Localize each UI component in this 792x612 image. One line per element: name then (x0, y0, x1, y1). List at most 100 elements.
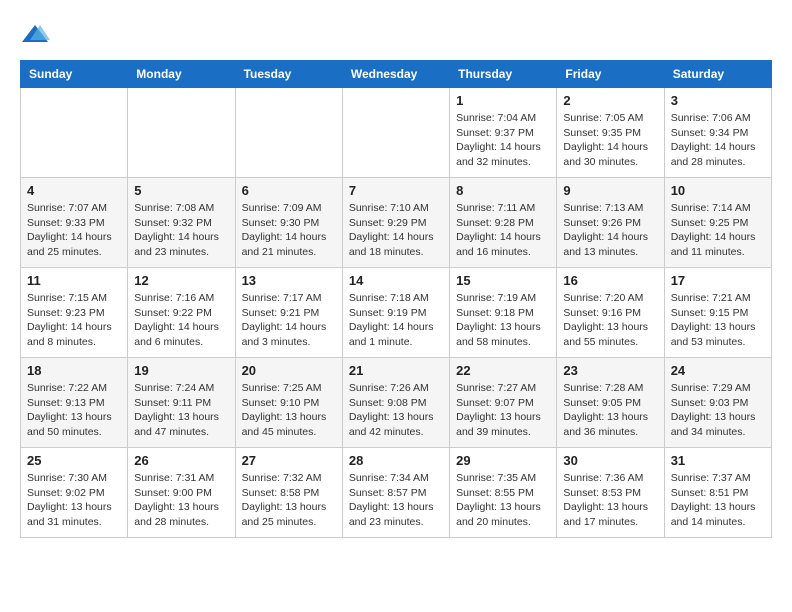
day-info: Sunrise: 7:30 AM Sunset: 9:02 PM Dayligh… (27, 471, 121, 530)
page-header (20, 20, 772, 50)
day-of-week-header: Tuesday (235, 61, 342, 88)
calendar-cell: 6Sunrise: 7:09 AM Sunset: 9:30 PM Daylig… (235, 178, 342, 268)
day-info: Sunrise: 7:17 AM Sunset: 9:21 PM Dayligh… (242, 291, 336, 350)
day-number: 30 (563, 453, 657, 468)
calendar-header: SundayMondayTuesdayWednesdayThursdayFrid… (21, 61, 772, 88)
calendar-cell: 7 Sunrise: 7:10 AM Sunset: 9:29 PM Daylig… (342, 178, 449, 268)
calendar-week-row: 4 Sunrise: 7:07 AM Sunset: 9:33 PM Daylig… (21, 178, 772, 268)
calendar-cell: 23 Sunrise: 7:28 AM Sunset: 9:05 PM Dayli… (557, 358, 664, 448)
calendar-cell: 26 Sunrise: 7:31 AM Sunset: 9:00 PM Dayli… (128, 448, 235, 538)
day-number: 15 (456, 273, 550, 288)
day-info: Sunrise: 7:35 AM Sunset: 8:55 PM Dayligh… (456, 471, 550, 530)
day-number: 8 (456, 183, 550, 198)
day-info: Sunrise: 7:15 AM Sunset: 9:23 PM Dayligh… (27, 291, 121, 350)
calendar-cell: 28Sunrise: 7:34 AM Sunset: 8:57 PM Dayli… (342, 448, 449, 538)
calendar-cell: 17 Sunrise: 7:21 AM Sunset: 9:15 PM Dayli… (664, 268, 771, 358)
calendar-cell: 30 Sunrise: 7:36 AM Sunset: 8:53 PM Dayli… (557, 448, 664, 538)
day-info: Sunrise: 7:25 AM Sunset: 9:10 PM Dayligh… (242, 381, 336, 440)
day-info: Sunrise: 7:19 AM Sunset: 9:18 PM Dayligh… (456, 291, 550, 350)
calendar-body: 1Sunrise: 7:04 AM Sunset: 9:37 PM Daylig… (21, 88, 772, 538)
day-number: 20 (242, 363, 336, 378)
day-number: 27 (242, 453, 336, 468)
calendar-cell (342, 88, 449, 178)
day-number: 3 (671, 93, 765, 108)
day-info: Sunrise: 7:16 AM Sunset: 9:22 PM Dayligh… (134, 291, 228, 350)
day-info: Sunrise: 7:37 AM Sunset: 8:51 PM Dayligh… (671, 471, 765, 530)
day-info: Sunrise: 7:26 AM Sunset: 9:08 PM Dayligh… (349, 381, 443, 440)
day-of-week-header: Friday (557, 61, 664, 88)
day-header-row: SundayMondayTuesdayWednesdayThursdayFrid… (21, 61, 772, 88)
day-number: 23 (563, 363, 657, 378)
day-of-week-header: Sunday (21, 61, 128, 88)
calendar-table: SundayMondayTuesdayWednesdayThursdayFrid… (20, 60, 772, 538)
calendar-cell: 25 Sunrise: 7:30 AM Sunset: 9:02 PM Dayli… (21, 448, 128, 538)
calendar-cell: 24 Sunrise: 7:29 AM Sunset: 9:03 PM Dayli… (664, 358, 771, 448)
calendar-cell: 22 Sunrise: 7:27 AM Sunset: 9:07 PM Dayli… (450, 358, 557, 448)
calendar-cell: 4 Sunrise: 7:07 AM Sunset: 9:33 PM Daylig… (21, 178, 128, 268)
day-info: Sunrise: 7:24 AM Sunset: 9:11 PM Dayligh… (134, 381, 228, 440)
calendar-cell: 19 Sunrise: 7:24 AM Sunset: 9:11 PM Dayli… (128, 358, 235, 448)
calendar-cell: 16Sunrise: 7:20 AM Sunset: 9:16 PM Dayli… (557, 268, 664, 358)
day-info: Sunrise: 7:20 AM Sunset: 9:16 PM Dayligh… (563, 291, 657, 350)
day-info: Sunrise: 7:13 AM Sunset: 9:26 PM Dayligh… (563, 201, 657, 260)
day-number: 13 (242, 273, 336, 288)
day-info: Sunrise: 7:34 AM Sunset: 8:57 PM Dayligh… (349, 471, 443, 530)
day-number: 10 (671, 183, 765, 198)
calendar-cell: 13 Sunrise: 7:17 AM Sunset: 9:21 PM Dayli… (235, 268, 342, 358)
day-info: Sunrise: 7:14 AM Sunset: 9:25 PM Dayligh… (671, 201, 765, 260)
calendar-cell: 9 Sunrise: 7:13 AM Sunset: 9:26 PM Daylig… (557, 178, 664, 268)
day-info: Sunrise: 7:09 AM Sunset: 9:30 PM Dayligh… (242, 201, 336, 260)
day-info: Sunrise: 7:28 AM Sunset: 9:05 PM Dayligh… (563, 381, 657, 440)
day-info: Sunrise: 7:05 AM Sunset: 9:35 PM Dayligh… (563, 111, 657, 170)
day-info: Sunrise: 7:27 AM Sunset: 9:07 PM Dayligh… (456, 381, 550, 440)
day-info: Sunrise: 7:04 AM Sunset: 9:37 PM Dayligh… (456, 111, 550, 170)
day-number: 26 (134, 453, 228, 468)
calendar-cell: 20 Sunrise: 7:25 AM Sunset: 9:10 PM Dayli… (235, 358, 342, 448)
day-info: Sunrise: 7:21 AM Sunset: 9:15 PM Dayligh… (671, 291, 765, 350)
day-of-week-header: Thursday (450, 61, 557, 88)
day-info: Sunrise: 7:18 AM Sunset: 9:19 PM Dayligh… (349, 291, 443, 350)
day-info: Sunrise: 7:22 AM Sunset: 9:13 PM Dayligh… (27, 381, 121, 440)
calendar-cell (21, 88, 128, 178)
day-number: 21 (349, 363, 443, 378)
day-number: 14 (349, 273, 443, 288)
day-number: 31 (671, 453, 765, 468)
day-number: 9 (563, 183, 657, 198)
calendar-cell: 21 Sunrise: 7:26 AM Sunset: 9:08 PM Dayli… (342, 358, 449, 448)
logo-icon (20, 20, 50, 50)
day-number: 22 (456, 363, 550, 378)
calendar-cell: 10 Sunrise: 7:14 AM Sunset: 9:25 PM Dayli… (664, 178, 771, 268)
day-number: 2 (563, 93, 657, 108)
calendar-cell: 29 Sunrise: 7:35 AM Sunset: 8:55 PM Dayli… (450, 448, 557, 538)
day-number: 25 (27, 453, 121, 468)
day-info: Sunrise: 7:29 AM Sunset: 9:03 PM Dayligh… (671, 381, 765, 440)
day-number: 24 (671, 363, 765, 378)
calendar-cell (235, 88, 342, 178)
calendar-cell: 1Sunrise: 7:04 AM Sunset: 9:37 PM Daylig… (450, 88, 557, 178)
day-number: 12 (134, 273, 228, 288)
calendar-cell: 3 Sunrise: 7:06 AM Sunset: 9:34 PM Daylig… (664, 88, 771, 178)
day-info: Sunrise: 7:31 AM Sunset: 9:00 PM Dayligh… (134, 471, 228, 530)
day-of-week-header: Saturday (664, 61, 771, 88)
calendar-cell: 15 Sunrise: 7:19 AM Sunset: 9:18 PM Dayli… (450, 268, 557, 358)
day-number: 17 (671, 273, 765, 288)
calendar-cell: 8Sunrise: 7:11 AM Sunset: 9:28 PM Daylig… (450, 178, 557, 268)
day-of-week-header: Monday (128, 61, 235, 88)
day-info: Sunrise: 7:06 AM Sunset: 9:34 PM Dayligh… (671, 111, 765, 170)
day-info: Sunrise: 7:07 AM Sunset: 9:33 PM Dayligh… (27, 201, 121, 260)
day-info: Sunrise: 7:08 AM Sunset: 9:32 PM Dayligh… (134, 201, 228, 260)
day-number: 4 (27, 183, 121, 198)
calendar-week-row: 25 Sunrise: 7:30 AM Sunset: 9:02 PM Dayli… (21, 448, 772, 538)
day-of-week-header: Wednesday (342, 61, 449, 88)
day-info: Sunrise: 7:32 AM Sunset: 8:58 PM Dayligh… (242, 471, 336, 530)
calendar-week-row: 18Sunrise: 7:22 AM Sunset: 9:13 PM Dayli… (21, 358, 772, 448)
calendar-cell (128, 88, 235, 178)
day-number: 11 (27, 273, 121, 288)
calendar-week-row: 1Sunrise: 7:04 AM Sunset: 9:37 PM Daylig… (21, 88, 772, 178)
day-number: 29 (456, 453, 550, 468)
calendar-cell: 2 Sunrise: 7:05 AM Sunset: 9:35 PM Daylig… (557, 88, 664, 178)
day-info: Sunrise: 7:10 AM Sunset: 9:29 PM Dayligh… (349, 201, 443, 260)
day-number: 7 (349, 183, 443, 198)
day-info: Sunrise: 7:36 AM Sunset: 8:53 PM Dayligh… (563, 471, 657, 530)
day-number: 19 (134, 363, 228, 378)
